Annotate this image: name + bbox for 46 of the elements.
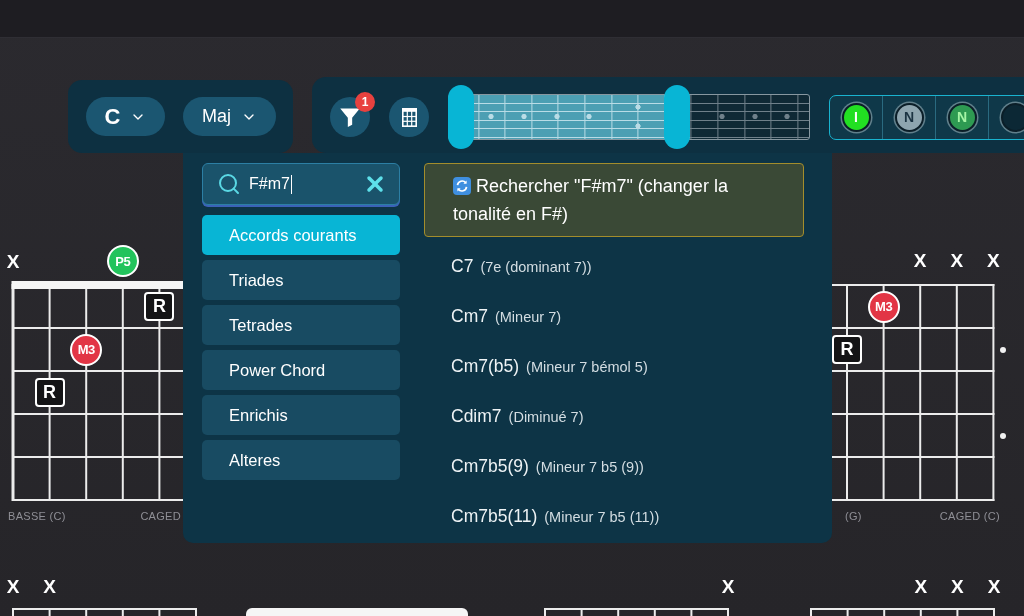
caged-label: CAGED [140, 510, 181, 522]
muted-string-mark: X [43, 577, 56, 596]
chord-result[interactable]: Cm7 (Mineur 7) [451, 305, 562, 327]
range-handle[interactable] [664, 84, 691, 149]
muted-string-mark: X [6, 251, 20, 271]
category-item[interactable]: Enrichis [202, 395, 400, 435]
filter-count: 1 [355, 92, 375, 112]
muted-string-mark: X [987, 250, 1000, 270]
root-note-marker: R [144, 292, 175, 321]
muted-string-mark: X [721, 577, 735, 596]
note-toggle[interactable] [1000, 102, 1024, 132]
chord-result[interactable]: Cm7b5(9) (Mineur 7 b5 (9)) [451, 455, 644, 477]
chord-result[interactable]: Cm7b5(11) (Mineur 7 b5 (11)) [451, 505, 660, 527]
filter-icon [340, 107, 360, 127]
root-note-marker: R [832, 335, 862, 364]
muted-string-mark: X [914, 577, 928, 596]
root-note-marker: R [34, 378, 65, 407]
muted-string-mark: X [950, 250, 964, 270]
muted-string-mark: X [913, 250, 927, 270]
note-toggle[interactable]: N [894, 102, 924, 132]
refresh-icon [453, 177, 471, 195]
third-note-marker: M3 [70, 333, 103, 366]
category-item[interactable]: Triades [202, 260, 400, 300]
grid-button[interactable] [389, 97, 429, 137]
search-icon [217, 172, 241, 196]
search-field[interactable]: F#m7 [202, 163, 400, 205]
caged-label: CAGED (C) [939, 510, 1000, 522]
fifth-note-marker: P5 [106, 245, 139, 277]
text-cursor-icon [290, 174, 292, 194]
muted-string-mark: X [6, 577, 20, 596]
chord-result[interactable]: C7 (7e (dominant 7)) [451, 255, 592, 277]
category-item[interactable]: Tetrades [202, 305, 400, 345]
chord-result[interactable]: Cm7(b5) (Mineur 7 bémol 5) [451, 355, 648, 377]
chord-result[interactable]: Cdim7 (Diminué 7) [451, 405, 584, 427]
muted-string-mark: X [987, 577, 1001, 596]
muted-string-mark: X [951, 577, 964, 596]
bass-label: BASSE (C) [8, 510, 66, 522]
search-suggestion[interactable]: Rechercher "F#m7" (changer la tonalité en F#) [424, 163, 804, 237]
category-item[interactable]: Power Chord [202, 350, 400, 390]
chord-quality-dropdown[interactable]: Maj [183, 97, 276, 136]
category-item[interactable]: Alteres [202, 440, 400, 480]
key-dropdown[interactable]: C [86, 97, 165, 136]
grid-icon [401, 107, 417, 127]
third-note-marker: M3 [867, 290, 900, 323]
bass-label: (G) [845, 510, 862, 522]
range-handle[interactable] [447, 84, 474, 149]
